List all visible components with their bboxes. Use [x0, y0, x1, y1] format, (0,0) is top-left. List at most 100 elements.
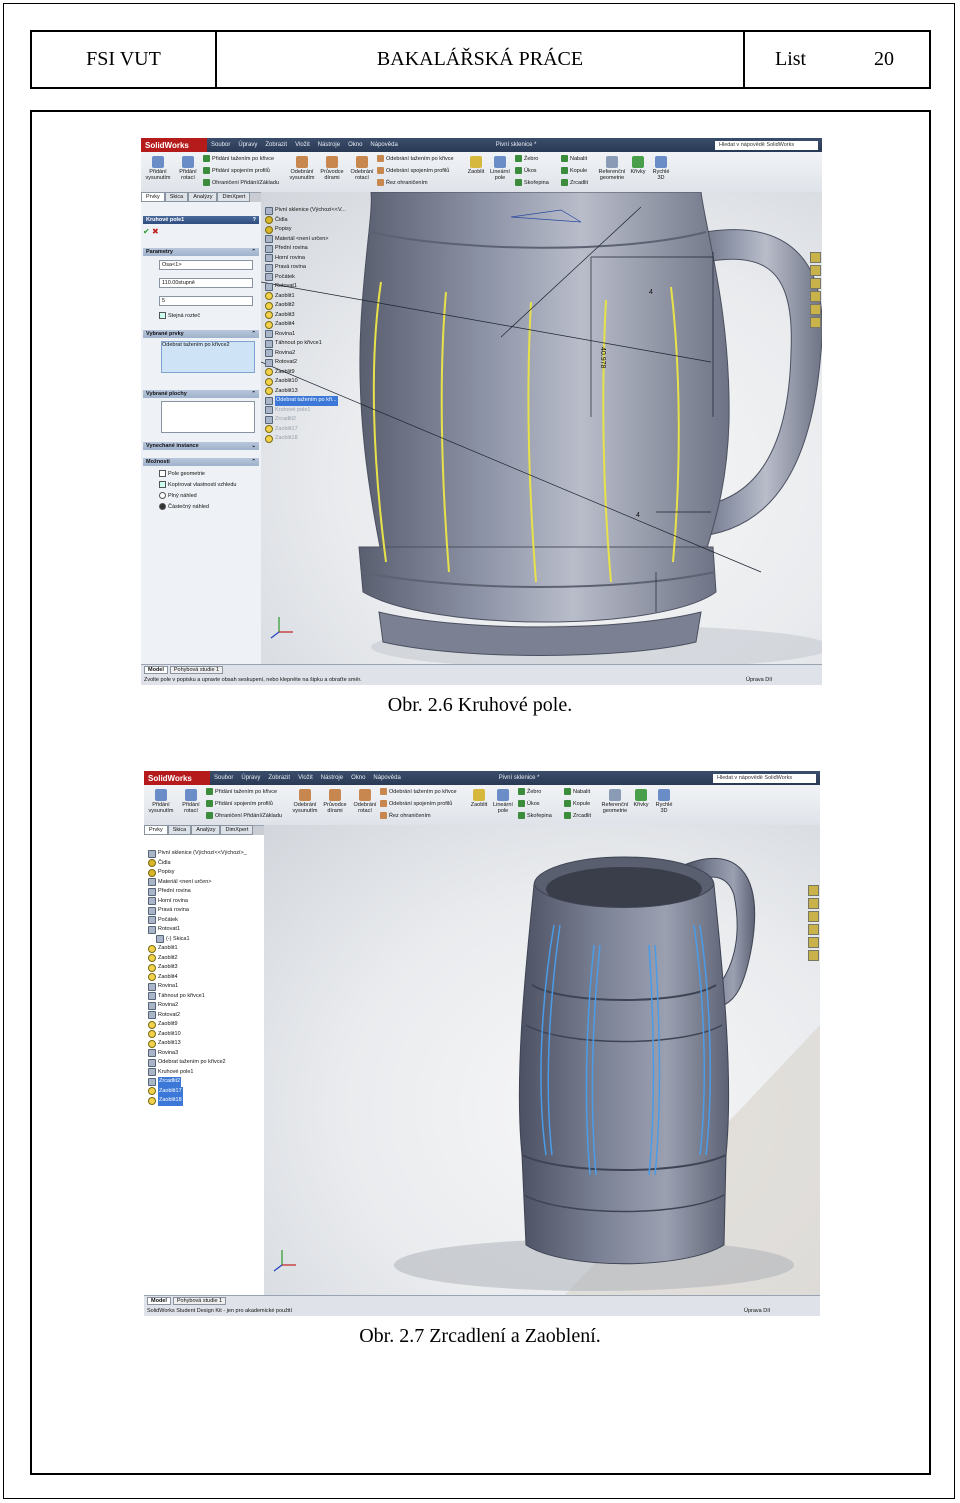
menu-window[interactable]: Okno: [347, 775, 369, 781]
file-explorer-icon[interactable]: [808, 911, 819, 922]
tree-item[interactable]: Kruhové pole1: [265, 406, 346, 416]
menu-edit[interactable]: Úpravy: [234, 142, 261, 148]
menu-insert[interactable]: Vložit: [294, 775, 317, 781]
tree-item[interactable]: Zaoblit4: [265, 320, 346, 330]
tree-item[interactable]: Popisy: [265, 225, 346, 235]
tree-item[interactable]: Odebrat tažením po křivce2: [148, 1058, 247, 1068]
custom-properties-icon[interactable]: [808, 950, 819, 961]
menu-edit[interactable]: Úpravy: [237, 775, 264, 781]
help-search-input[interactable]: Hledat v nápovědě SolidWorks: [715, 140, 818, 150]
curves-button[interactable]: Křivky: [630, 789, 652, 808]
tab-motion-study[interactable]: Pohybová studie 1: [169, 666, 224, 674]
help-search-input[interactable]: Hledat v nápovědě SolidWorks: [713, 773, 816, 783]
appearances-icon[interactable]: [810, 304, 821, 315]
revolve-boss-button[interactable]: Přidání rotací: [173, 156, 203, 181]
wrap-button[interactable]: Nabalit: [561, 155, 587, 162]
partial-preview-radio[interactable]: Částečný náhled: [159, 503, 259, 510]
sweep-boss-button[interactable]: Přidání tažením po křivce: [206, 788, 277, 795]
boundary-boss-button[interactable]: Ohraničení Přidání/Základu: [206, 812, 282, 819]
geometry-pattern-checkbox[interactable]: Pole geometrie: [159, 470, 259, 477]
shell-button[interactable]: Skořepina: [518, 812, 552, 819]
loft-cut-button[interactable]: Odebrání spojením profilů: [380, 800, 452, 807]
tree-item[interactable]: Pravá rovina: [265, 263, 346, 273]
tab-dimxpert[interactable]: DimXpert: [220, 825, 254, 835]
tree-item[interactable]: Zaoblit18: [265, 434, 346, 444]
tab-dimxpert[interactable]: DimXpert: [217, 192, 251, 202]
tree-item[interactable]: Zaoblit3: [148, 963, 247, 973]
menu-help[interactable]: Nápověda: [369, 775, 404, 781]
tree-item[interactable]: Rotovat1: [265, 282, 346, 292]
tree-item[interactable]: Zaoblit13: [265, 387, 346, 397]
appearances-icon[interactable]: [808, 937, 819, 948]
tree-item[interactable]: Zaoblit9: [148, 1020, 247, 1030]
tree-item[interactable]: Zaoblit1: [265, 292, 346, 302]
graphics-area[interactable]: [264, 825, 820, 1296]
tree-item[interactable]: Rotovat2: [265, 358, 346, 368]
tab-analysis[interactable]: Analýzy: [191, 825, 221, 835]
tree-item[interactable]: Zaoblit13: [148, 1039, 247, 1049]
tree-item[interactable]: Pravá rovina: [148, 906, 247, 916]
tree-item[interactable]: Zaoblit1: [148, 944, 247, 954]
tree-item[interactable]: Zrcadlit2: [265, 415, 346, 425]
tree-item[interactable]: Pivní sklenice (Výchozí<<V...: [265, 206, 346, 216]
loft-boss-button[interactable]: Přidání spojením profilů: [206, 800, 273, 807]
linear-pattern-button[interactable]: Lineární pole: [488, 789, 518, 814]
tree-item[interactable]: Zaoblit17: [265, 425, 346, 435]
tree-item[interactable]: Počátek: [265, 273, 346, 283]
mirror-button[interactable]: Zrcadlit: [561, 179, 588, 186]
tree-item[interactable]: Zaoblit4: [148, 973, 247, 983]
resources-icon[interactable]: [808, 885, 819, 896]
shell-button[interactable]: Skořepina: [515, 179, 549, 186]
tab-model[interactable]: Model: [147, 1297, 171, 1305]
tree-item[interactable]: Odebrat tažením po kři...: [265, 396, 346, 406]
loft-cut-button[interactable]: Odebrání spojením profilů: [377, 167, 449, 174]
reference-geometry-button[interactable]: Referenční geometrie: [598, 789, 632, 814]
axis-field[interactable]: Osa<1>: [159, 260, 253, 270]
tree-item[interactable]: Zaoblit2: [265, 301, 346, 311]
file-explorer-icon[interactable]: [810, 278, 821, 289]
tab-analysis[interactable]: Analýzy: [188, 192, 218, 202]
extrude-boss-button[interactable]: Přidání vysunutím: [146, 789, 176, 814]
boundary-cut-button[interactable]: Řez ohraničením: [380, 812, 431, 819]
tree-item[interactable]: Rovina2: [148, 1001, 247, 1011]
tree-item[interactable]: Zaoblit3: [265, 311, 346, 321]
tree-item[interactable]: Přední rovina: [148, 887, 247, 897]
tree-item[interactable]: Zaoblit17: [148, 1086, 247, 1096]
curves-button[interactable]: Křivky: [627, 156, 649, 175]
tab-features[interactable]: Prvky: [141, 192, 165, 202]
menu-file[interactable]: Soubor: [210, 775, 237, 781]
tree-item[interactable]: Rovina1: [148, 982, 247, 992]
menu-insert[interactable]: Vložit: [291, 142, 314, 148]
sweep-boss-button[interactable]: Přidání tažením po křivce: [203, 155, 274, 162]
sweep-cut-button[interactable]: Odebrání tažením po křivce: [377, 155, 454, 162]
tab-sketch[interactable]: Skica: [167, 825, 192, 835]
sweep-cut-button[interactable]: Odebrání tažením po křivce: [380, 788, 457, 795]
tree-item[interactable]: (-) Skica1: [148, 935, 247, 945]
draft-button[interactable]: Úkos: [515, 167, 537, 174]
instances-field[interactable]: 5: [159, 296, 253, 306]
tree-item[interactable]: Horní rovina: [265, 254, 346, 264]
view-palette-icon[interactable]: [808, 924, 819, 935]
linear-pattern-button[interactable]: Lineární pole: [485, 156, 515, 181]
instant3d-button[interactable]: Rychlé 3D: [652, 789, 676, 814]
loft-boss-button[interactable]: Přidání spojením profilů: [203, 167, 270, 174]
angle-field[interactable]: 110.00stupně: [159, 278, 253, 288]
tree-item[interactable]: Materiál <není určen>: [148, 878, 247, 888]
mirror-button[interactable]: Zrcadlit: [564, 812, 591, 819]
menu-tools[interactable]: Nástroje: [314, 142, 344, 148]
rib-button[interactable]: Žebro: [515, 155, 538, 162]
menu-window[interactable]: Okno: [344, 142, 366, 148]
tree-item[interactable]: Zaoblit10: [265, 377, 346, 387]
custom-properties-icon[interactable]: [810, 317, 821, 328]
menu-help[interactable]: Nápověda: [366, 142, 401, 148]
tree-item[interactable]: Táhnout po křivce1: [148, 992, 247, 1002]
graphics-area[interactable]: 40.978 4 4 Pivní sklenice (Výchozí<<V...…: [261, 192, 822, 665]
tree-item[interactable]: Pivní sklenice (Výchozí<<Výchozí>_: [148, 849, 247, 859]
design-library-icon[interactable]: [810, 265, 821, 276]
tree-item[interactable]: Zrcadlit2: [148, 1077, 247, 1087]
view-palette-icon[interactable]: [810, 291, 821, 302]
hole-wizard-button[interactable]: Průvodce dírami: [320, 789, 350, 814]
revolve-cut-button[interactable]: Odebrání rotací: [347, 156, 377, 181]
tree-item[interactable]: Rotovat1: [148, 925, 247, 935]
instant3d-button[interactable]: Rychlé 3D: [649, 156, 673, 181]
